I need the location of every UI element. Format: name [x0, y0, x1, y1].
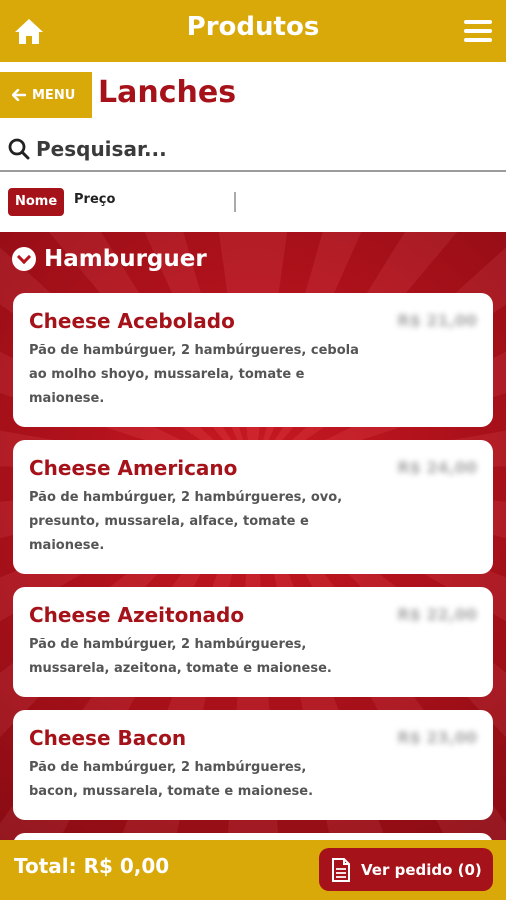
category-header[interactable]: Hamburguer	[12, 246, 207, 272]
bottom-bar: Total: R$ 0,00 Ver pedido (0)	[0, 840, 506, 900]
divider	[234, 192, 236, 212]
top-bar: Produtos	[0, 0, 506, 62]
product-name: Cheese Bacon	[29, 726, 187, 750]
sort-bar: Nome Preço	[0, 172, 506, 232]
product-price: R$ 23,00	[397, 728, 477, 747]
product-description: Pão de hambúrguer, 2 hambúrgueres, ovo, …	[29, 490, 343, 553]
search-bar	[0, 128, 506, 172]
search-input[interactable]	[36, 137, 476, 161]
section-title: Lanches	[98, 75, 237, 110]
product-name: Cheese Americano	[29, 456, 238, 480]
product-description: Pão de hambúrguer, 2 hambúrgueres, mussa…	[29, 637, 332, 676]
back-to-menu-button[interactable]: MENU	[0, 72, 92, 118]
product-name: Cheese Azeitonado	[29, 603, 245, 627]
sort-by-name-button[interactable]: Nome	[8, 188, 65, 216]
chevron-down-circle-icon	[12, 247, 36, 271]
product-name: Cheese Acebolado	[29, 309, 235, 333]
product-card[interactable]	[13, 833, 493, 840]
view-order-label: Ver pedido (0)	[361, 860, 482, 879]
category-title: Hamburguer	[44, 246, 207, 272]
document-icon	[332, 857, 350, 882]
sort-by-price-button[interactable]: Preço	[74, 192, 115, 207]
order-total: Total: R$ 0,00	[14, 854, 170, 878]
hamburger-menu-icon[interactable]	[464, 20, 492, 42]
product-price: R$ 24,00	[397, 458, 477, 477]
back-button-label: MENU	[32, 87, 76, 103]
product-card[interactable]: Cheese Bacon Pão de hambúrguer, 2 hambúr…	[13, 710, 493, 820]
product-price: R$ 21,00	[397, 311, 477, 330]
search-icon	[8, 138, 30, 160]
product-description: Pão de hambúrguer, 2 hambúrgueres, bacon…	[29, 760, 314, 799]
view-order-button[interactable]: Ver pedido (0)	[319, 848, 493, 891]
product-card[interactable]: Cheese Americano Pão de hambúrguer, 2 ha…	[13, 440, 493, 574]
product-card[interactable]: Cheese Azeitonado Pão de hambúrguer, 2 h…	[13, 587, 493, 697]
arrow-left-icon	[12, 89, 26, 101]
product-list-area[interactable]: Hamburguer Cheese Acebolado Pão de hambú…	[0, 232, 506, 840]
product-description: Pão de hambúrguer, 2 hambúrgueres, cebol…	[29, 343, 359, 406]
page-title: Produtos	[186, 12, 320, 42]
product-card[interactable]: Cheese Acebolado Pão de hambúrguer, 2 ha…	[13, 293, 493, 427]
product-price: R$ 22,00	[397, 605, 477, 624]
